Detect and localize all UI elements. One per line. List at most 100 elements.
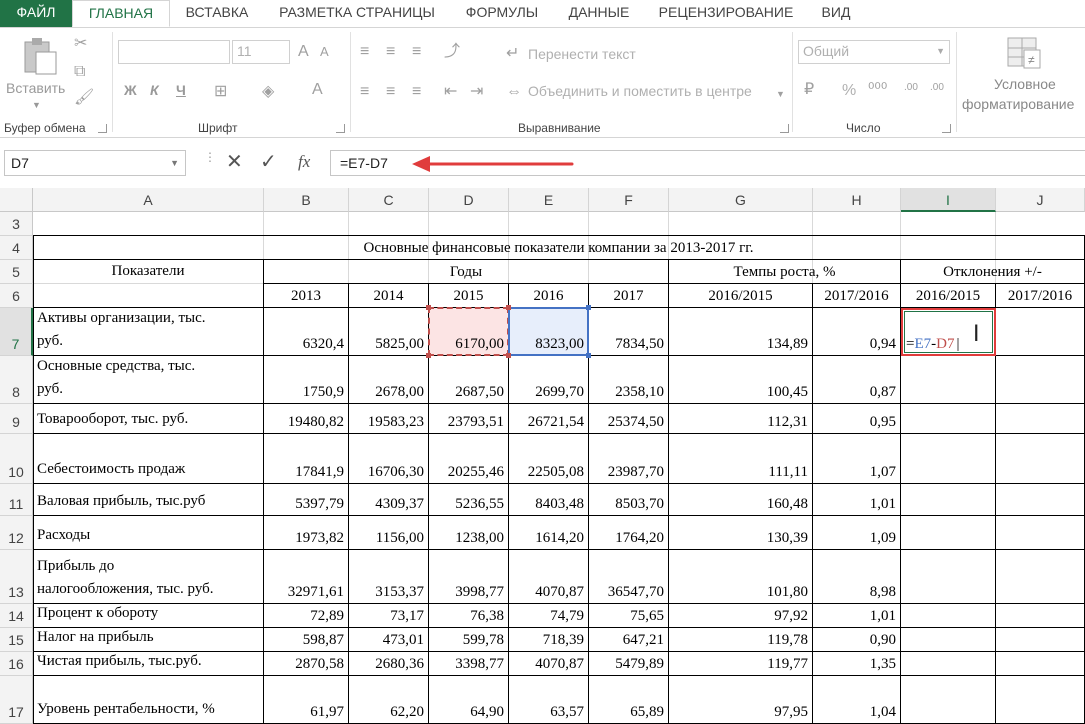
tab-data[interactable]: ДАННЫЕ bbox=[554, 0, 644, 27]
row-header-8[interactable]: 8 bbox=[0, 356, 33, 404]
column-header-c[interactable]: C bbox=[349, 188, 429, 212]
wrap-text-button[interactable]: Перенести текст bbox=[528, 46, 636, 62]
merge-center-button[interactable]: Объединить и поместить в центре bbox=[528, 83, 752, 99]
increase-indent-icon[interactable]: ⇥ bbox=[470, 84, 483, 100]
value-cell: 2358,10 bbox=[589, 356, 669, 404]
range-handle[interactable] bbox=[506, 353, 511, 358]
row-header-16[interactable]: 16 bbox=[0, 652, 33, 676]
value-cell: 20255,46 bbox=[429, 434, 509, 484]
value-cell: 16706,30 bbox=[349, 434, 429, 484]
conditional-formatting-icon: ≠ bbox=[1007, 37, 1041, 69]
range-handle[interactable] bbox=[506, 305, 511, 310]
fill-color-icon[interactable]: ◈ bbox=[262, 84, 274, 100]
font-size-dropdown[interactable]: 11 bbox=[232, 40, 290, 64]
conditional-formatting-label-1: Условное bbox=[994, 76, 1056, 92]
chevron-down-icon[interactable]: ▼ bbox=[776, 86, 785, 102]
row-header-15[interactable]: 15 bbox=[0, 628, 33, 652]
range-handle[interactable] bbox=[586, 353, 591, 358]
column-header-d[interactable]: D bbox=[429, 188, 509, 212]
number-format-dropdown[interactable]: Общий ▼ bbox=[798, 40, 950, 64]
borders-icon[interactable]: ⊞ bbox=[214, 84, 227, 100]
italic-button[interactable]: К bbox=[150, 82, 159, 98]
align-center-icon[interactable]: ≡ bbox=[386, 84, 395, 100]
column-header-e[interactable]: E bbox=[509, 188, 589, 212]
column-header-h[interactable]: H bbox=[813, 188, 901, 212]
cut-icon[interactable]: ✂ bbox=[74, 36, 87, 52]
tab-review[interactable]: РЕЦЕНЗИРОВАНИЕ bbox=[646, 0, 806, 27]
tab-insert[interactable]: ВСТАВКА bbox=[172, 0, 262, 27]
comma-style-icon[interactable]: ⁰⁰⁰ bbox=[868, 82, 887, 98]
wrap-text-icon[interactable]: ↵ bbox=[506, 46, 519, 62]
align-top-icon[interactable]: ≡ bbox=[360, 44, 369, 60]
merge-center-icon[interactable]: ⇔ bbox=[506, 84, 522, 100]
enter-icon[interactable]: ✓ bbox=[260, 152, 277, 172]
align-left-icon[interactable]: ≡ bbox=[360, 84, 369, 100]
row-header-9[interactable]: 9 bbox=[0, 404, 33, 434]
value-cell: 1750,9 bbox=[264, 356, 349, 404]
column-header-b[interactable]: B bbox=[264, 188, 349, 212]
row-header-11[interactable]: 11 bbox=[0, 484, 33, 516]
percent-button[interactable]: % bbox=[842, 82, 856, 100]
name-box[interactable]: D7 ▼ bbox=[4, 150, 186, 176]
divider bbox=[350, 32, 351, 132]
align-right-icon[interactable]: ≡ bbox=[412, 84, 421, 100]
tab-view[interactable]: ВИД bbox=[808, 0, 864, 27]
range-handle[interactable] bbox=[426, 353, 431, 358]
column-header-j[interactable]: J bbox=[996, 188, 1085, 212]
row-header-3[interactable]: 3 bbox=[0, 212, 33, 236]
row-header-10[interactable]: 10 bbox=[0, 434, 33, 484]
cancel-icon[interactable]: ✕ bbox=[226, 152, 243, 172]
paste-button[interactable]: Вставить ▼ bbox=[4, 32, 70, 114]
header-indicators: Показатели bbox=[33, 260, 264, 308]
conditional-formatting-button[interactable]: ≠ Условное форматирование bbox=[960, 32, 1085, 118]
value-cell: 4070,87 bbox=[509, 550, 589, 604]
growth-cell: 101,80 bbox=[669, 550, 813, 604]
alignment-launcher-icon[interactable] bbox=[780, 124, 789, 133]
underline-button[interactable]: Ч bbox=[176, 82, 186, 98]
number-launcher-icon[interactable] bbox=[942, 124, 951, 133]
format-painter-icon[interactable]: 🖌 bbox=[74, 90, 94, 106]
range-handle[interactable] bbox=[426, 305, 431, 310]
column-header-i[interactable]: I bbox=[901, 188, 996, 212]
insert-function-icon[interactable]: fx bbox=[298, 152, 310, 172]
tab-formulas[interactable]: ФОРМУЛЫ bbox=[452, 0, 552, 27]
row-header-5[interactable]: 5 bbox=[0, 260, 33, 284]
row-header-13[interactable]: 13 bbox=[0, 550, 33, 604]
align-middle-icon[interactable]: ≡ bbox=[386, 44, 395, 60]
bold-button[interactable]: Ж bbox=[124, 82, 137, 98]
column-header-f[interactable]: F bbox=[589, 188, 669, 212]
chevron-down-icon[interactable]: ▼ bbox=[170, 151, 179, 175]
range-handle[interactable] bbox=[586, 305, 591, 310]
row-header-12[interactable]: 12 bbox=[0, 516, 33, 550]
value-cell: 5397,79 bbox=[264, 484, 349, 516]
font-name-dropdown[interactable] bbox=[118, 40, 230, 64]
column-header-a[interactable]: A bbox=[33, 188, 264, 212]
row-label: Валовая прибыль, тыс.руб bbox=[33, 484, 264, 516]
increase-font-icon[interactable]: A bbox=[298, 44, 309, 60]
active-cell-i7[interactable]: =E7-D7 | bbox=[901, 308, 996, 356]
tab-file[interactable]: ФАЙЛ bbox=[0, 0, 72, 27]
clipboard-launcher-icon[interactable] bbox=[98, 124, 107, 133]
tab-home[interactable]: ГЛАВНАЯ bbox=[72, 0, 170, 27]
decrease-font-icon[interactable]: A bbox=[320, 44, 329, 60]
currency-icon[interactable]: ₽ bbox=[804, 82, 814, 98]
row-header-17[interactable]: 17 bbox=[0, 676, 33, 724]
row-header-4[interactable]: 4 bbox=[0, 236, 33, 260]
font-color-icon[interactable]: A bbox=[312, 82, 323, 98]
select-all-corner[interactable] bbox=[0, 188, 33, 212]
orientation-icon[interactable]: ⤴ bbox=[444, 44, 460, 60]
row-header-6[interactable]: 6 bbox=[0, 284, 33, 308]
row-header-14[interactable]: 14 bbox=[0, 604, 33, 628]
decrease-indent-icon[interactable]: ⇤ bbox=[444, 84, 457, 100]
decrease-decimal-icon[interactable]: .00 bbox=[930, 80, 944, 96]
ribbon: Вставить ▼ ✂ ⧉ 🖌 Буфер обмена 11 A A Ж К… bbox=[0, 28, 1085, 138]
column-header-g[interactable]: G bbox=[669, 188, 813, 212]
copy-icon[interactable]: ⧉ bbox=[74, 64, 85, 80]
increase-decimal-icon[interactable]: .00 bbox=[904, 80, 918, 96]
ibeam-cursor-icon: I bbox=[973, 322, 980, 347]
align-bottom-icon[interactable]: ≡ bbox=[412, 44, 421, 60]
tab-page-layout[interactable]: РАЗМЕТКА СТРАНИЦЫ bbox=[264, 0, 450, 27]
growth-cell: 1,04 bbox=[813, 676, 901, 724]
row-header-7[interactable]: 7 bbox=[0, 308, 33, 356]
font-launcher-icon[interactable] bbox=[336, 124, 345, 133]
